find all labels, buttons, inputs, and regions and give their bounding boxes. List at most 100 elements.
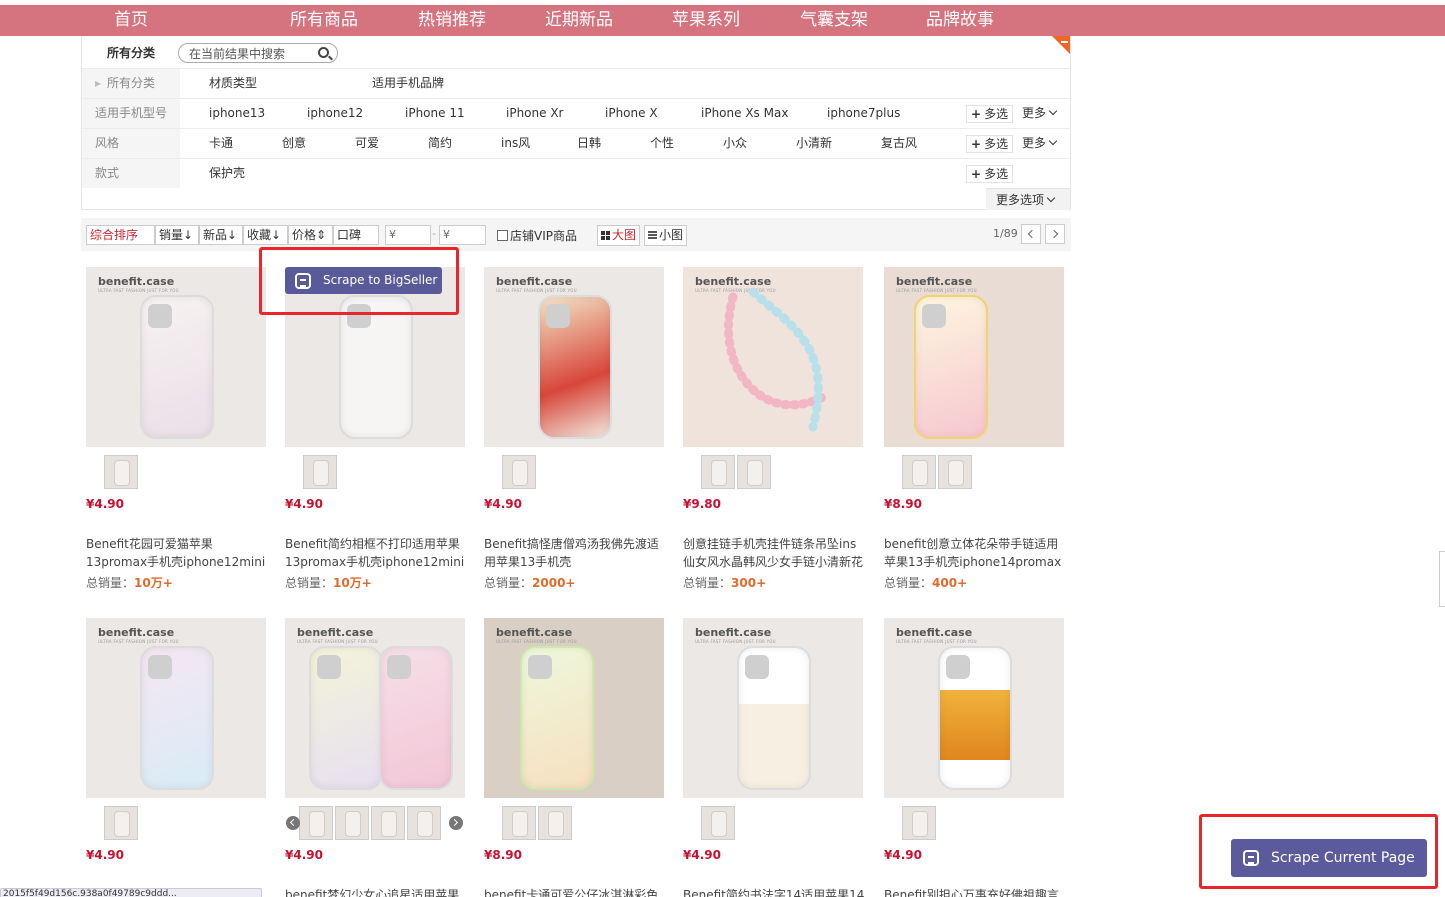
- product-image[interactable]: benefit.caseULTRA FAST FASHION JUST FOR …: [683, 618, 863, 798]
- more-button[interactable]: 更多: [1022, 129, 1058, 158]
- filter-option[interactable]: 日韩: [577, 129, 601, 158]
- nav-home[interactable]: 首页: [114, 5, 148, 36]
- product-price: ¥4.90: [285, 848, 323, 862]
- product-thumbnail[interactable]: [701, 806, 735, 840]
- product-thumbnail[interactable]: [299, 806, 333, 840]
- sort-favorites[interactable]: 收藏↓: [243, 225, 288, 245]
- checkbox-icon: [497, 230, 508, 241]
- search-row: 所有分类: [82, 36, 1070, 68]
- nav-hot[interactable]: 热销推荐: [418, 5, 486, 36]
- filter-option[interactable]: iPhone Xs Max: [701, 99, 788, 128]
- price-min-input[interactable]: ¥: [385, 225, 431, 245]
- product-thumbnail[interactable]: [737, 455, 771, 489]
- sort-sales[interactable]: 销量↓: [155, 225, 199, 245]
- product-price: ¥8.90: [484, 848, 522, 862]
- nav-brand-story[interactable]: 品牌故事: [926, 5, 994, 36]
- nav-new[interactable]: 近期新品: [545, 5, 613, 36]
- corner-flag-icon[interactable]: [1052, 36, 1070, 54]
- product-thumbnail[interactable]: [371, 806, 405, 840]
- nav-all-products[interactable]: 所有商品: [290, 5, 358, 36]
- product-price: ¥9.80: [683, 497, 721, 511]
- product-image[interactable]: benefit.caseULTRA FAST FASHION JUST FOR …: [86, 618, 266, 798]
- filter-option[interactable]: 简约: [428, 129, 452, 158]
- view-large-button[interactable]: 大图: [597, 225, 641, 246]
- highlight-box: [1199, 814, 1438, 889]
- all-categories-label[interactable]: 所有分类: [107, 44, 155, 61]
- sort-price[interactable]: 价格⇕: [288, 225, 333, 245]
- product-image[interactable]: benefit.caseULTRA FAST FASHION JUST FOR …: [285, 618, 465, 798]
- prev-page-button[interactable]: [1021, 224, 1041, 244]
- product-title[interactable]: Benefit花园可爱猫苹果13promax手机壳iphone12mini软14…: [86, 535, 268, 571]
- nav-apple[interactable]: 苹果系列: [672, 5, 740, 36]
- product-price: ¥4.90: [285, 497, 323, 511]
- multi-select-button[interactable]: + 多选: [966, 165, 1014, 183]
- sort-rating[interactable]: 口碑: [333, 225, 379, 245]
- filter-option[interactable]: iPhone 11: [405, 99, 465, 128]
- filter-option[interactable]: iphone7plus: [827, 99, 900, 128]
- more-button[interactable]: 更多: [1022, 99, 1058, 128]
- product-thumbnail[interactable]: [104, 455, 138, 489]
- search-input[interactable]: [189, 46, 309, 61]
- product-title[interactable]: Benefit简约相框不打印适用苹果13promax手机壳iphone12min…: [285, 535, 467, 571]
- multi-select-button[interactable]: + 多选: [966, 135, 1014, 153]
- product-title[interactable]: benefit创意立体花朵带手链适用苹果13手机壳iphone14promax新: [884, 535, 1066, 571]
- filter-option[interactable]: iphone12: [307, 99, 363, 128]
- product-price: ¥4.90: [86, 848, 124, 862]
- product-thumbnail[interactable]: [902, 806, 936, 840]
- filter-option[interactable]: 可爱: [355, 129, 379, 158]
- filter-option[interactable]: 保护壳: [209, 159, 245, 188]
- next-page-button[interactable]: [1045, 224, 1065, 244]
- product-thumbnail[interactable]: [538, 806, 572, 840]
- product-title[interactable]: 创意挂链手机壳挂件链条吊坠ins仙女风水晶韩风少女手链小清新花: [683, 535, 865, 571]
- product-image[interactable]: benefit.caseULTRA FAST FASHION JUST FOR …: [884, 267, 1064, 447]
- sort-default[interactable]: 综合排序: [86, 225, 155, 245]
- filter-option[interactable]: iPhone Xr: [506, 99, 563, 128]
- product-thumbnail[interactable]: [407, 806, 441, 840]
- filter-option[interactable]: iPhone X: [605, 99, 658, 128]
- product-thumbnail[interactable]: [502, 455, 536, 489]
- product-image[interactable]: benefit.caseULTRA FAST FASHION JUST FOR …: [683, 267, 863, 447]
- multi-select-button[interactable]: + 多选: [966, 105, 1014, 123]
- more-options-button[interactable]: 更多选项: [986, 188, 1070, 210]
- filter-option[interactable]: 个性: [650, 129, 674, 158]
- carousel-prev-icon[interactable]: [286, 816, 300, 830]
- sort-new[interactable]: 新品↓: [199, 225, 243, 245]
- vip-checkbox[interactable]: 店铺VIP商品: [497, 227, 577, 244]
- carousel-next-icon[interactable]: [449, 816, 463, 830]
- filter-option[interactable]: 创意: [282, 129, 306, 158]
- search-icon[interactable]: [318, 47, 329, 58]
- page-indicator: 1/89: [993, 227, 1018, 240]
- product-price: ¥8.90: [884, 497, 922, 511]
- product-image[interactable]: benefit.caseULTRA FAST FASHION JUST FOR …: [484, 618, 664, 798]
- product-thumbnail[interactable]: [701, 455, 735, 489]
- filter-option[interactable]: 小清新: [796, 129, 832, 158]
- filter-option[interactable]: 卡通: [209, 129, 233, 158]
- product-title[interactable]: Benefit简约书法字14适用苹果14: [683, 886, 865, 897]
- filter-option[interactable]: 复古风: [881, 129, 917, 158]
- product-thumbnail[interactable]: [502, 806, 536, 840]
- product-title[interactable]: benefit梦幻少女心追星适用苹果: [285, 886, 467, 897]
- filter-label: ▸ 所有分类: [82, 69, 180, 98]
- filter-option[interactable]: iphone13: [209, 99, 265, 128]
- product-image[interactable]: benefit.caseULTRA FAST FASHION JUST FOR …: [884, 618, 1064, 798]
- filter-option[interactable]: ins风: [501, 129, 530, 158]
- filter-option[interactable]: 材质类型: [209, 69, 257, 98]
- side-tab[interactable]: [1439, 551, 1445, 607]
- product-sales: 总销量：10万+: [86, 576, 173, 590]
- product-image[interactable]: benefit.caseULTRA FAST FASHION JUST FOR …: [484, 267, 664, 447]
- product-thumbnail[interactable]: [303, 455, 337, 489]
- product-title[interactable]: Benefit搞怪唐僧鸡汤我佛先渡适用苹果13手机壳iphone14promax: [484, 535, 666, 571]
- price-max-input[interactable]: ¥: [439, 225, 486, 245]
- product-thumbnail[interactable]: [335, 806, 369, 840]
- product-title[interactable]: benefit卡通可爱公仔冰淇淋彩色手: [484, 886, 666, 897]
- nav-airbag-stand[interactable]: 气囊支架: [800, 5, 868, 36]
- filter-option[interactable]: 小众: [723, 129, 747, 158]
- chevron-down-icon: [1048, 136, 1058, 146]
- product-image[interactable]: benefit.caseULTRA FAST FASHION JUST FOR …: [86, 267, 266, 447]
- filter-option[interactable]: 适用手机品牌: [372, 69, 444, 98]
- product-thumbnail[interactable]: [902, 455, 936, 489]
- view-small-button[interactable]: 小图: [644, 225, 688, 246]
- product-title[interactable]: Benefit别担心万事充好佛祖趣言: [884, 886, 1066, 897]
- product-thumbnail[interactable]: [938, 455, 972, 489]
- product-thumbnail[interactable]: [104, 806, 138, 840]
